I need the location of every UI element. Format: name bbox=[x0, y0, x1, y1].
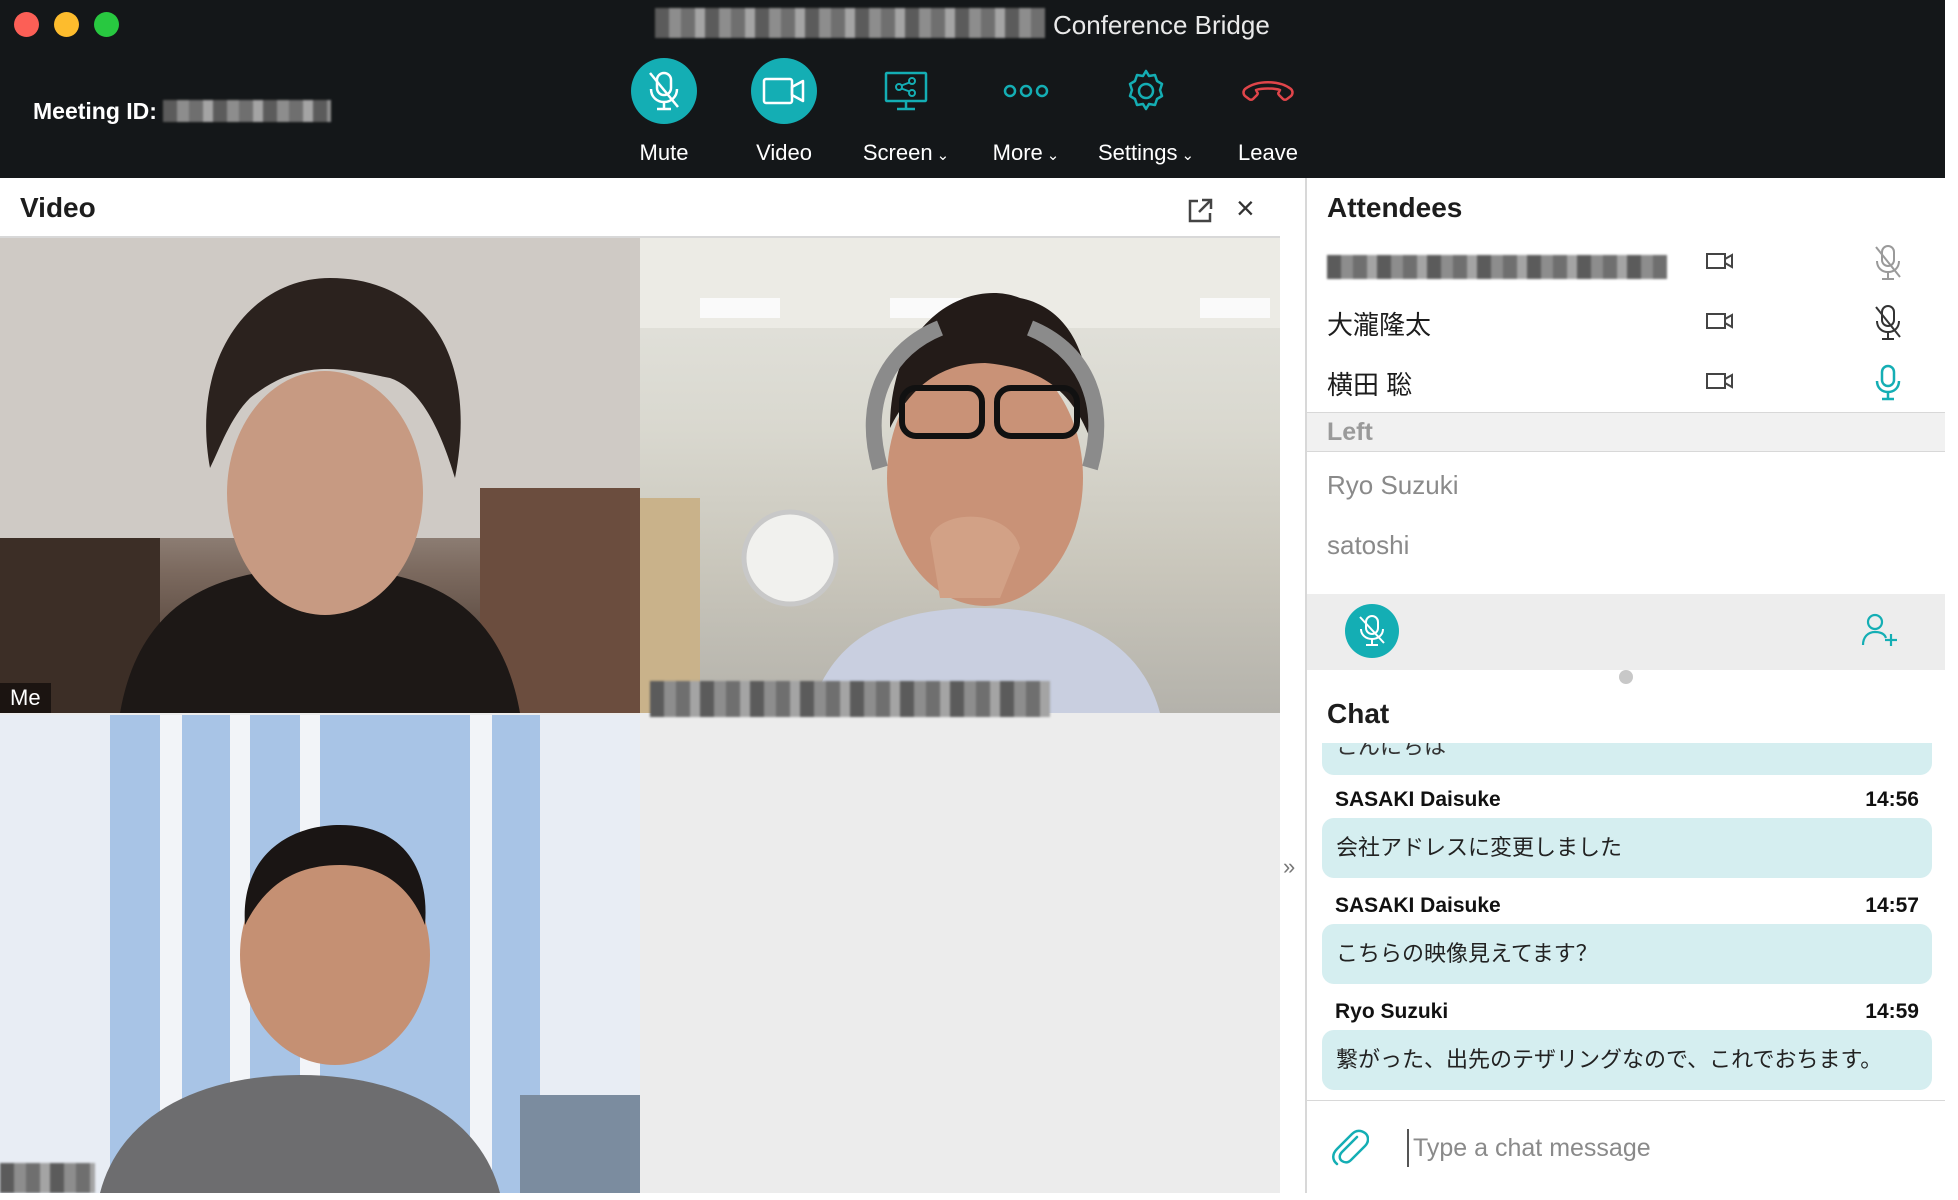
participant-video bbox=[640, 238, 1280, 713]
chat-bubble: 繋がった、出先のテザリングなので、これでおちます。 bbox=[1322, 1030, 1932, 1090]
chat-bubble: 会社アドレスに変更しました bbox=[1322, 818, 1932, 878]
chat-time: 14:56 bbox=[1865, 788, 1919, 811]
left-section-title: Left bbox=[1327, 418, 1373, 446]
chevron-down-icon: ⌄ bbox=[1181, 147, 1195, 164]
mute-button[interactable]: Mute bbox=[604, 58, 724, 168]
chat-bubble: こちらの映像見えてます？ bbox=[1322, 924, 1932, 984]
video-panel-header: Video × bbox=[0, 178, 1280, 238]
camera-icon bbox=[1705, 311, 1735, 336]
close-icon[interactable]: × bbox=[1236, 190, 1255, 227]
toolbar: Conference Bridge Meeting ID: Mute Video… bbox=[0, 0, 1945, 178]
chat-time: 14:57 bbox=[1865, 894, 1919, 917]
left-attendee-name: Ryo Suzuki bbox=[1327, 470, 1459, 500]
side-panel: Attendees 大瀧隆太 横田 聡 Left Ryo Suzuki sato… bbox=[1305, 178, 1947, 1193]
window-edge bbox=[1945, 0, 1958, 1200]
attendee-row[interactable] bbox=[1307, 233, 1947, 293]
attendee-controls bbox=[1307, 594, 1947, 670]
chat-input-bar bbox=[1307, 1100, 1947, 1194]
chat-author: SASAKI Daisuke bbox=[1335, 788, 1501, 811]
participant-video bbox=[0, 238, 640, 713]
video-button[interactable]: Video bbox=[724, 58, 844, 168]
chat-message-input[interactable] bbox=[1407, 1129, 1915, 1167]
chat-author: Ryo Suzuki bbox=[1335, 1000, 1449, 1023]
more-button[interactable]: More ⌄ bbox=[966, 58, 1086, 168]
chat-bubble-partial: こんにちは bbox=[1322, 743, 1932, 775]
meeting-id-label: Meeting ID: bbox=[33, 98, 157, 124]
attendee-name: 大瀧隆太 bbox=[1327, 310, 1432, 340]
participant-name-tag: Me bbox=[0, 683, 51, 713]
chevron-down-icon: ⌄ bbox=[1046, 147, 1060, 164]
leave-button[interactable]: Leave bbox=[1208, 58, 1328, 168]
chat-author: SASAKI Daisuke bbox=[1335, 894, 1501, 917]
camera-icon bbox=[1705, 371, 1735, 396]
redacted-meeting-id bbox=[163, 100, 331, 122]
popout-icon[interactable] bbox=[1186, 197, 1214, 230]
resize-handle[interactable] bbox=[1619, 670, 1633, 684]
screen-label: Screen bbox=[862, 140, 933, 165]
mic-muted-icon bbox=[1873, 243, 1903, 288]
settings-label: Settings bbox=[1097, 140, 1178, 165]
participant-video bbox=[0, 715, 640, 1193]
phone-hangup-icon bbox=[1235, 58, 1301, 124]
minimize-window-button[interactable] bbox=[54, 12, 79, 37]
redacted-title bbox=[655, 8, 1045, 38]
more-label: More bbox=[992, 140, 1043, 165]
mic-muted-icon bbox=[1873, 303, 1903, 348]
redacted-participant-name bbox=[0, 1163, 95, 1193]
chat-message-text: 会社アドレスに変更しました bbox=[1336, 835, 1623, 860]
video-tile-me[interactable]: Me bbox=[0, 238, 640, 713]
mute-label: Mute bbox=[639, 140, 689, 165]
video-panel-title: Video bbox=[20, 192, 96, 223]
attendee-row[interactable]: 横田 聡 bbox=[1307, 353, 1947, 413]
video-panel: Video × Me » bbox=[0, 178, 1295, 1193]
attendee-name: 横田 聡 bbox=[1327, 370, 1413, 400]
microphone-icon bbox=[1873, 363, 1903, 408]
leave-label: Leave bbox=[1238, 140, 1298, 165]
chat-time: 14:59 bbox=[1865, 1000, 1919, 1023]
window-title: Conference Bridge bbox=[1053, 10, 1270, 40]
screen-button[interactable]: Screen ⌄ bbox=[846, 58, 966, 168]
video-tile-remote-1[interactable] bbox=[640, 238, 1280, 713]
redacted-attendee-name bbox=[1327, 255, 1667, 279]
video-label: Video bbox=[756, 140, 812, 165]
video-tile-remote-2[interactable] bbox=[0, 715, 640, 1193]
mic-muted-icon bbox=[631, 58, 697, 124]
collapse-panel-icon[interactable]: » bbox=[1283, 854, 1295, 880]
chat-message-text: こんにちは bbox=[1336, 743, 1447, 759]
chat-message-text: 繋がった、出先のテザリングなので、これでおちます。 bbox=[1336, 1047, 1883, 1072]
more-dots-icon bbox=[993, 58, 1059, 124]
chat-title: Chat bbox=[1327, 698, 1390, 729]
settings-button[interactable]: Settings ⌄ bbox=[1086, 58, 1206, 168]
add-user-icon[interactable] bbox=[1861, 612, 1899, 653]
chat-message-text: こちらの映像見えてます？ bbox=[1336, 941, 1598, 966]
zoom-window-button[interactable] bbox=[94, 12, 119, 37]
gear-icon bbox=[1113, 58, 1179, 124]
camera-icon bbox=[1705, 251, 1735, 276]
mute-all-button[interactable] bbox=[1345, 604, 1399, 658]
window-edge bbox=[0, 1193, 1958, 1200]
attendees-title: Attendees bbox=[1327, 192, 1463, 223]
left-section-header: Left bbox=[1307, 412, 1947, 452]
left-attendee-name: satoshi bbox=[1327, 530, 1410, 560]
video-camera-icon bbox=[751, 58, 817, 124]
redacted-participant-name bbox=[650, 681, 1050, 717]
screen-share-icon bbox=[873, 58, 939, 124]
close-window-button[interactable] bbox=[14, 12, 39, 37]
paperclip-icon[interactable] bbox=[1329, 1125, 1370, 1174]
attendee-row[interactable]: 大瀧隆太 bbox=[1307, 293, 1947, 353]
chevron-down-icon: ⌄ bbox=[936, 147, 950, 164]
